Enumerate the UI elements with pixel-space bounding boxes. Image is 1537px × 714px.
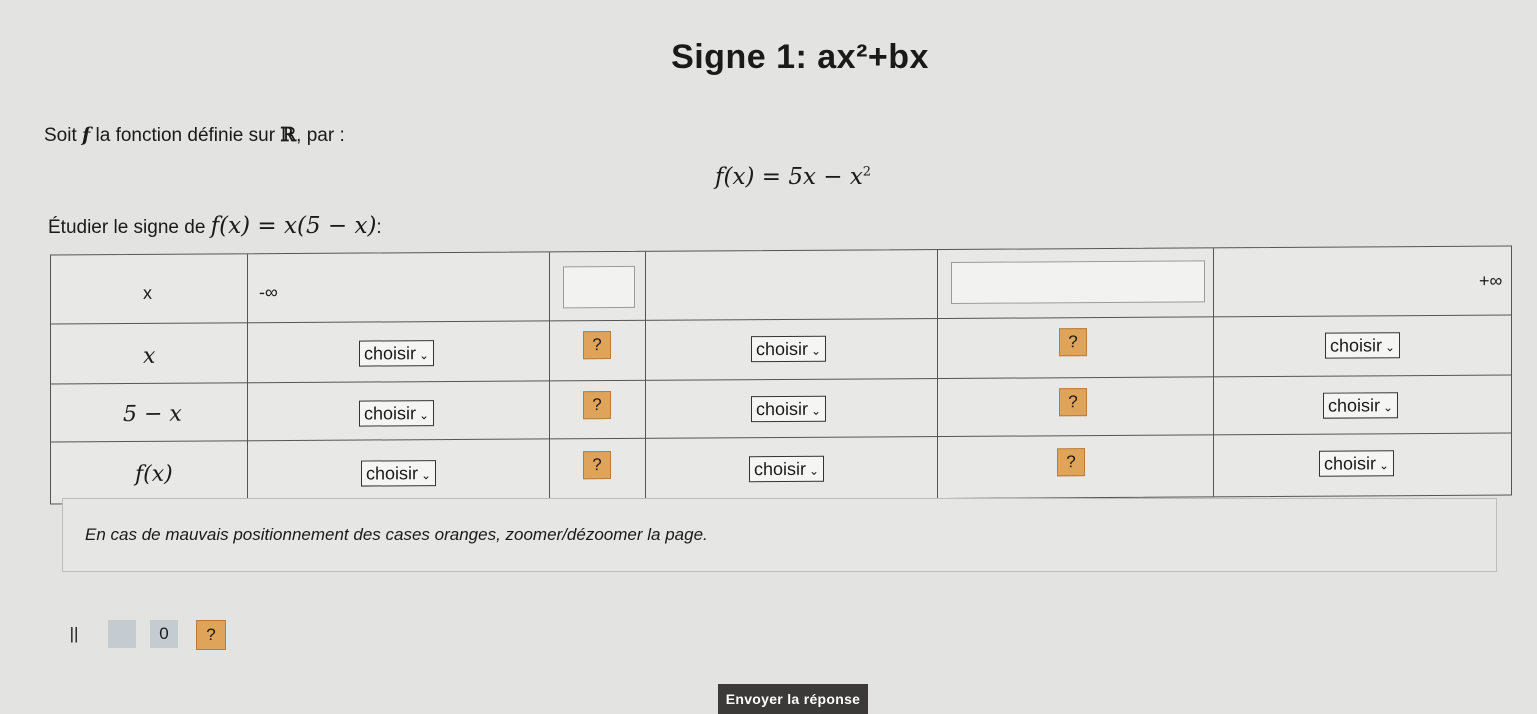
chevron-down-icon: ⌄ [1385, 340, 1396, 355]
zero-marker-button[interactable]: ? [583, 451, 611, 480]
row-label: 5 − x [123, 401, 182, 428]
header-x-label: x [143, 282, 152, 303]
row-label: x [143, 343, 156, 369]
select-value: choisir [756, 338, 809, 360]
chevron-down-icon: ⌄ [809, 463, 820, 478]
sign-select[interactable]: choisir ⌄ [1319, 450, 1395, 477]
select-value: choisir [364, 403, 417, 424]
pause-icon[interactable]: || [60, 620, 88, 648]
select-value: choisir [754, 458, 807, 480]
sign-table: x -∞ +∞ x choisir ⌄ ? choisir ⌄ ? choisir ⌄… [50, 245, 1512, 505]
table-row: x choisir ⌄ ? choisir ⌄ ? choisir ⌄ [51, 314, 1511, 369]
plus-infinity: +∞ [1479, 270, 1503, 291]
page-title: Signe 1: ax²+bx [671, 38, 929, 76]
zero-marker-button[interactable]: ? [1059, 388, 1087, 417]
sign-select[interactable]: choisir ⌄ [751, 335, 827, 363]
select-value: choisir [1328, 395, 1381, 416]
study-text: Étudier le signe de [48, 217, 211, 238]
column-divider [549, 252, 550, 501]
zero-marker-button[interactable]: ? [1059, 328, 1087, 357]
function-formula: f(x) = 5x − x2 [715, 164, 871, 190]
sign-select[interactable]: choisir ⌄ [751, 395, 827, 423]
sign-select[interactable]: choisir ⌄ [361, 460, 437, 487]
intro-before: Soit [44, 125, 83, 146]
select-value: choisir [1324, 453, 1377, 474]
study-instruction: Étudier le signe de f(x) = x(5 − x): [48, 213, 382, 239]
column-divider [1213, 248, 1214, 497]
chevron-down-icon: ⌄ [811, 403, 822, 418]
submit-button[interactable]: Envoyer la réponse [718, 684, 868, 714]
minus-infinity: -∞ [259, 282, 278, 303]
table-row: f(x) choisir ⌄ ? choisir ⌄ ? choisir ⌄ [51, 432, 1511, 487]
real-set-symbol: ℝ [280, 124, 297, 146]
sign-select[interactable]: choisir ⌄ [1323, 392, 1399, 419]
chevron-down-icon: ⌄ [1379, 458, 1390, 473]
zero-marker-button[interactable]: ? [583, 331, 611, 360]
formula-lhs: f(x) = 5x − x [715, 164, 863, 190]
sign-select[interactable]: choisir ⌄ [359, 340, 435, 367]
sign-select[interactable]: choisir ⌄ [1325, 332, 1401, 359]
chevron-down-icon: ⌄ [1383, 400, 1394, 415]
intro-after: , par : [296, 125, 345, 146]
function-symbol: f [82, 124, 91, 146]
sign-select[interactable]: choisir ⌄ [359, 400, 435, 427]
formula-exponent: 2 [862, 164, 872, 180]
chevron-down-icon: ⌄ [419, 408, 430, 423]
help-button[interactable]: ? [196, 620, 226, 650]
zero-button[interactable]: 0 [150, 620, 178, 648]
zero-marker-button[interactable]: ? [583, 391, 611, 420]
column-divider [937, 250, 938, 499]
zoom-notice: En cas de mauvais positionnement des cas… [62, 498, 1497, 572]
select-value: choisir [366, 463, 419, 484]
chevron-down-icon: ⌄ [811, 343, 822, 358]
table-row: 5 − x choisir ⌄ ? choisir ⌄ ? choisir ⌄ [51, 374, 1511, 427]
chevron-down-icon: ⌄ [421, 468, 432, 483]
study-colon: : [376, 217, 382, 238]
column-divider [645, 251, 646, 500]
root-input-2[interactable] [951, 260, 1205, 304]
intro-text: Soit f la fonction définie sur ℝ, par : [44, 124, 345, 147]
chevron-down-icon: ⌄ [419, 348, 430, 363]
notice-text: En cas de mauvais positionnement des cas… [85, 525, 708, 544]
select-value: choisir [364, 343, 417, 364]
study-expression: f(x) = x(5 − x) [210, 213, 377, 239]
row-label: f(x) [135, 461, 173, 487]
zero-marker-button[interactable]: ? [1057, 448, 1085, 477]
select-value: choisir [756, 398, 809, 420]
column-divider [247, 254, 248, 503]
root-input-1[interactable] [563, 265, 635, 309]
intro-middle: la fonction définie sur [90, 125, 281, 146]
sign-select[interactable]: choisir ⌄ [749, 455, 825, 483]
blank-button[interactable] [108, 620, 136, 648]
select-value: choisir [1330, 335, 1383, 356]
